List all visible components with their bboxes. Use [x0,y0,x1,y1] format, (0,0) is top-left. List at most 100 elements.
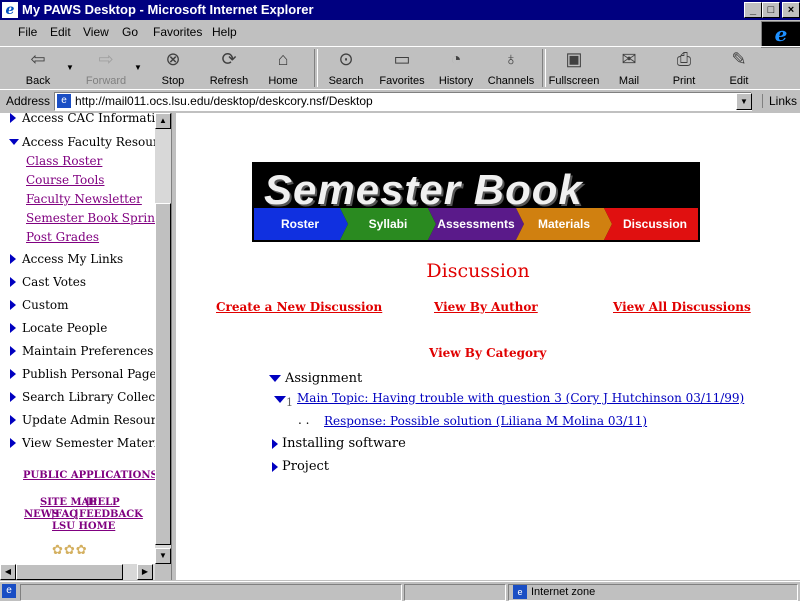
view-all-discussions-link[interactable]: View All Discussions [613,300,751,314]
scroll-thumb[interactable] [16,564,123,580]
expand-arrow-icon [10,438,16,448]
feedback-link[interactable]: FEEDBACK [79,509,143,520]
history-button[interactable]: ◔ History [430,49,482,87]
tab-syllabi[interactable]: Syllabi [348,208,428,240]
sidebar-item-admin[interactable]: Update Admin Resources [10,413,155,427]
forward-button[interactable]: ⇨ Forward [80,49,132,87]
fullscreen-button[interactable]: ▣ Fullscreen [546,49,602,87]
sidebar-item-locate-people[interactable]: Locate People [10,321,107,335]
window-title: My PAWS Desktop - Microsoft Internet Exp… [22,2,314,17]
topic-number: 1 [286,396,293,409]
back-dropdown-icon[interactable]: ▼ [66,63,74,72]
tab-materials[interactable]: Materials [522,208,606,240]
menu-edit[interactable]: Edit [50,25,71,39]
search-button[interactable]: ⊙ Search [320,49,372,87]
semester-book-logo: Semester Book [264,166,583,213]
address-input[interactable]: e http://mail011.ocs.lsu.edu/desktop/des… [54,92,752,111]
ie-logo-icon: e [761,21,800,48]
edit-icon: ✎ [731,49,747,69]
public-applications-link[interactable]: PUBLIC APPLICATIONS [23,470,155,481]
sidebar-item-access-cac[interactable]: Access CAC Information [10,113,155,125]
expand-arrow-icon [10,369,16,379]
scroll-down-arrow-icon[interactable]: ▼ [155,548,171,564]
tab-discussion[interactable]: Discussion [612,208,698,240]
sidebar-item-custom[interactable]: Custom [10,298,69,312]
sidebar-item-personal-page[interactable]: Publish Personal Page [10,367,155,381]
category-label: Installing software [282,436,406,451]
sidebar-item-semester-materials[interactable]: View Semester Materials [10,436,155,450]
menu-favorites[interactable]: Favorites [153,25,202,39]
menu-go[interactable]: Go [122,25,138,39]
title-bar: e My PAWS Desktop - Microsoft Internet E… [0,0,800,20]
status-bar: e e Internet zone [0,581,800,601]
back-arrow-icon: ⇦ [30,49,46,69]
mail-button[interactable]: ✉ Mail [603,49,655,87]
channels-button[interactable]: ♁ Channels [485,49,537,87]
sidebar-horizontal-scrollbar[interactable]: ◀ ▶ [0,564,155,580]
create-discussion-link[interactable]: Create a New Discussion [216,300,382,314]
help-link[interactable]: HELP [88,497,120,508]
refresh-button[interactable]: ⟳ Refresh [203,49,255,87]
address-url[interactable]: http://mail011.ocs.lsu.edu/desktop/deskc… [75,94,373,108]
sidebar-link-course-tools[interactable]: Course Tools [26,173,104,187]
sidebar-frame: Access CAC Information Access Faculty Re… [0,113,155,564]
sidebar-item-library[interactable]: Search Library Collections [10,390,155,404]
scroll-corner [155,564,171,580]
category-assignment[interactable]: Assignment [269,371,362,386]
menu-view[interactable]: View [83,25,109,39]
sidebar-item-preferences[interactable]: Maintain Preferences [10,344,153,358]
expand-arrow-icon [10,254,16,264]
edit-button[interactable]: ✎ Edit [713,49,765,87]
lsu-home-link[interactable]: LSU HOME [52,521,115,532]
expand-arrow-icon[interactable] [272,461,278,472]
search-icon: ⊙ [338,49,354,69]
sidebar-item-faculty-resources[interactable]: Access Faculty Resources [9,135,155,149]
links-button[interactable]: Links [762,94,797,108]
tab-roster[interactable]: Roster [260,208,340,240]
close-button[interactable]: × [782,2,800,18]
address-dropdown-icon[interactable]: ▼ [736,93,752,110]
home-button[interactable]: ⌂ Home [257,49,309,87]
status-segment [404,584,506,601]
paw-prints-icon: ✿✿✿ [52,543,88,558]
fullscreen-icon: ▣ [565,49,583,69]
tab-assessments[interactable]: Assessments [432,208,520,240]
forward-dropdown-icon[interactable]: ▼ [134,63,142,72]
sidebar-link-semester-book[interactable]: Semester Book Spring 199 [26,211,155,225]
favorites-button[interactable]: ▭ Favorites [376,49,428,87]
sidebar-link-faculty-newsletter[interactable]: Faculty Newsletter [26,192,142,206]
forward-arrow-icon: ⇨ [98,49,114,69]
category-installing-software[interactable]: Installing software [272,436,406,451]
status-zone: e Internet zone [508,584,798,601]
menu-help[interactable]: Help [212,25,237,39]
page-title: Discussion [426,260,530,282]
ie-window-icon[interactable]: e [2,2,18,18]
response-link[interactable]: Response: Possible solution (Liliana M M… [324,414,647,428]
main-topic-link[interactable]: Main Topic: Having trouble with question… [297,391,744,405]
sidebar-link-class-roster[interactable]: Class Roster [26,154,102,168]
sidebar-link-post-grades[interactable]: Post Grades [26,230,99,244]
scroll-right-arrow-icon[interactable]: ▶ [137,564,153,580]
expand-arrow-icon [10,277,16,287]
collapse-arrow-icon[interactable] [269,375,281,382]
minimize-button[interactable]: _ [744,2,762,18]
main-content-frame: Semester Book Roster Syllabi Assessments… [176,113,800,580]
scroll-left-arrow-icon[interactable]: ◀ [0,564,16,580]
scroll-thumb[interactable] [155,203,171,545]
print-button[interactable]: ⎙ Print [658,49,710,87]
stop-icon: ⊗ [165,49,181,69]
expand-arrow-icon [10,300,16,310]
category-project[interactable]: Project [272,459,329,474]
sidebar-item-my-links[interactable]: Access My Links [10,252,123,266]
maximize-button[interactable]: □ [762,2,780,18]
semester-book-banner: Semester Book Roster Syllabi Assessments… [252,162,700,242]
collapse-arrow-icon[interactable] [274,396,286,403]
sidebar-vertical-scrollbar[interactable]: ▲ ▼ [155,113,171,564]
sidebar-item-cast-votes[interactable]: Cast Votes [10,275,86,289]
scroll-up-arrow-icon[interactable]: ▲ [155,113,171,129]
stop-button[interactable]: ⊗ Stop [147,49,199,87]
view-by-author-link[interactable]: View By Author [434,300,538,314]
expand-arrow-icon[interactable] [272,438,278,449]
menu-file[interactable]: File [18,25,37,39]
back-button[interactable]: ⇦ Back [12,49,64,87]
